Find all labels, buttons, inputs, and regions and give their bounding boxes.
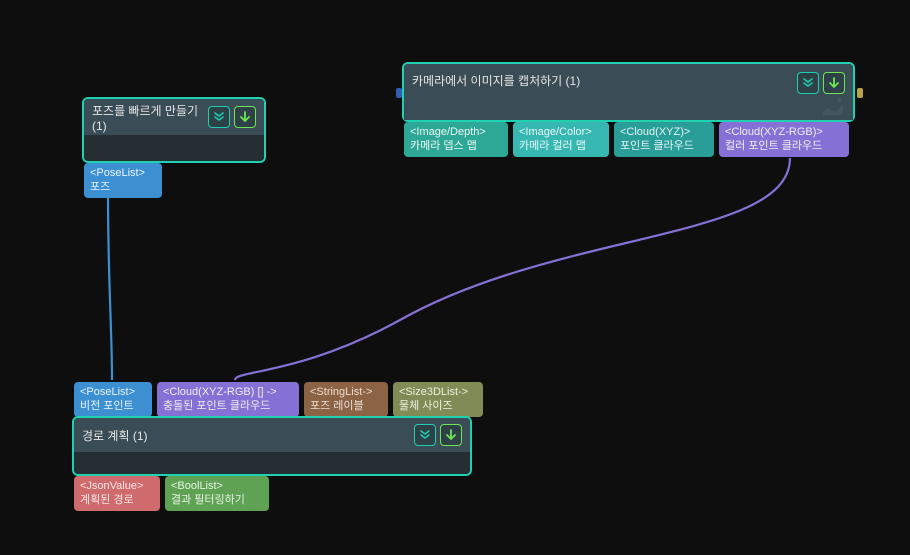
camera-right-connector: [857, 88, 863, 98]
port-plan-in-strlist[interactable]: <StringList-> 포즈 레이블: [304, 382, 388, 417]
port-type-label: <JsonValue>: [80, 479, 154, 493]
node-pose-titlebar[interactable]: 포즈를 빠르게 만들기 (1): [84, 99, 264, 135]
port-pose-out[interactable]: <PoseList> 포즈: [84, 163, 162, 198]
port-name-label: 컬러 포인트 클라우드: [725, 139, 843, 153]
node-camera-title: 카메라에서 이미지를 캡처하기 (1): [412, 72, 791, 89]
node-pose-title: 포즈를 빠르게 만들기 (1): [92, 102, 202, 133]
port-type-label: <Size3DList->: [399, 385, 477, 399]
port-name-label: 포인트 클라우드: [620, 139, 708, 153]
port-cam-color[interactable]: <Image/Color> 카메라 컬러 맵: [513, 122, 609, 157]
port-name-label: 포즈: [90, 180, 156, 194]
node-pose[interactable]: 포즈를 빠르게 만들기 (1): [82, 97, 266, 163]
port-plan-in-cloud[interactable]: <Cloud(XYZ-RGB) [] -> 충돌된 포인트 클라우드: [157, 382, 299, 417]
port-cam-xyz[interactable]: <Cloud(XYZ)> 포인트 클라우드: [614, 122, 714, 157]
port-type-label: <Cloud(XYZ-RGB)>: [725, 125, 843, 139]
node-plan-titlebar[interactable]: 경로 계획 (1): [74, 418, 470, 452]
port-name-label: 비전 포인트: [80, 399, 146, 413]
port-type-label: <PoseList>: [90, 166, 156, 180]
port-type-label: <BoolList>: [171, 479, 263, 493]
node-camera-run-button[interactable]: [823, 72, 845, 94]
chevron-double-down-icon: [801, 76, 815, 90]
node-plan-run-button[interactable]: [440, 424, 462, 446]
arrow-down-icon: [827, 76, 841, 90]
node-plan[interactable]: 경로 계획 (1): [72, 416, 472, 476]
port-name-label: 충돌된 포인트 클라우드: [163, 399, 293, 413]
port-type-label: <Cloud(XYZ-RGB) [] ->: [163, 385, 293, 399]
port-type-label: <StringList->: [310, 385, 382, 399]
node-pose-body: [84, 135, 264, 161]
port-type-label: <Image/Depth>: [410, 125, 502, 139]
port-plan-out-bool[interactable]: <BoolList> 결과 필터링하기: [165, 476, 269, 511]
node-plan-title: 경로 계획 (1): [82, 427, 408, 444]
port-name-label: 물체 사이즈: [399, 399, 477, 413]
port-type-label: <PoseList>: [80, 385, 146, 399]
node-plan-body: [74, 452, 470, 474]
node-camera-collapse-button[interactable]: [797, 72, 819, 94]
port-type-label: <Cloud(XYZ)>: [620, 125, 708, 139]
chevron-double-down-icon: [212, 110, 226, 124]
port-name-label: 계획된 경로: [80, 493, 154, 507]
node-pose-collapse-button[interactable]: [208, 106, 230, 128]
edge-camera-to-plan: [235, 158, 790, 380]
port-name-label: 포즈 레이블: [310, 399, 382, 413]
node-pose-run-button[interactable]: [234, 106, 256, 128]
port-name-label: 결과 필터링하기: [171, 493, 263, 507]
port-cam-xyzrgb[interactable]: <Cloud(XYZ-RGB)> 컬러 포인트 클라우드: [719, 122, 849, 157]
port-cam-depth[interactable]: <Image/Depth> 카메라 뎁스 맵: [404, 122, 508, 157]
chevron-double-down-icon: [418, 428, 432, 442]
node-camera-titlebar[interactable]: 카메라에서 이미지를 캡처하기 (1): [404, 64, 853, 120]
port-plan-in-sizelist[interactable]: <Size3DList-> 물체 사이즈: [393, 382, 483, 417]
node-plan-collapse-button[interactable]: [414, 424, 436, 446]
port-plan-in-poselist[interactable]: <PoseList> 비전 포인트: [74, 382, 152, 417]
arrow-down-icon: [238, 110, 252, 124]
port-plan-out-json[interactable]: <JsonValue> 계획된 경로: [74, 476, 160, 511]
port-name-label: 카메라 뎁스 맵: [410, 139, 502, 153]
port-name-label: 카메라 컬러 맵: [519, 139, 603, 153]
port-type-label: <Image/Color>: [519, 125, 603, 139]
edge-pose-to-plan: [108, 195, 112, 380]
arrow-down-icon: [444, 428, 458, 442]
image-icon: [821, 96, 845, 116]
node-camera[interactable]: 카메라에서 이미지를 캡처하기 (1): [402, 62, 855, 122]
